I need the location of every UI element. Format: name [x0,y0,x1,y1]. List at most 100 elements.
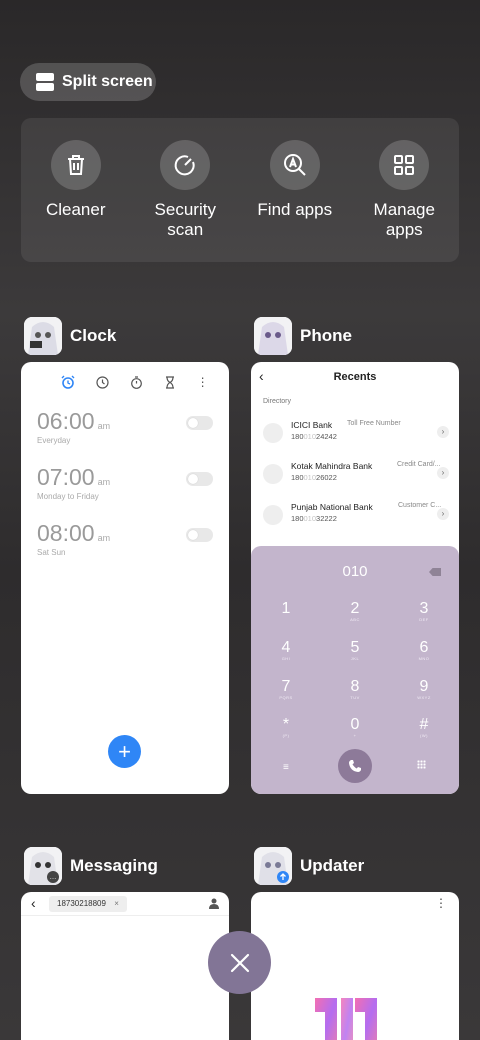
svg-text:…: … [50,874,57,881]
updater-app-header[interactable]: Updater [254,847,364,885]
dial-key[interactable]: 8 TUV [335,678,375,700]
contact-number: 18001032222 [291,514,337,523]
dialed-number: 010 [342,563,368,580]
dial-key[interactable]: # (W) [404,716,444,738]
alarm-time: 08:00 [37,520,95,546]
contact-row[interactable]: Kotak Mahindra Bank Credit Card/... 1800… [263,457,451,487]
chevron-right-icon[interactable]: › [437,426,449,438]
messaging-app-card[interactable]: ‹ 18730218809 × [21,892,229,1040]
alarm-toggle[interactable] [186,528,213,542]
alarm-toggle[interactable] [186,416,213,430]
alarm-tab-icon[interactable] [61,375,75,389]
alarm-ampm: am [97,421,111,431]
dial-key[interactable]: 9 WXYZ [404,678,444,700]
back-arrow-icon[interactable]: ‹ [31,895,36,911]
trash-icon [50,140,101,190]
contact-row[interactable]: Punjab National Bank Customer C... 18001… [263,498,451,528]
quick-tools-panel: Cleaner Security scan Find apps Manage a… [21,118,459,262]
security-scan-label: Security scan [154,200,216,239]
more-options-icon[interactable]: ⋮ [435,896,447,910]
search-apps-icon [269,140,320,190]
contact-name: Kotak Mahindra Bank [291,461,373,471]
find-apps-label: Find apps [257,200,333,219]
contact-tag: Toll Free Number [347,420,401,427]
contact-tag: Credit Card/... [397,461,441,468]
clock-app-header[interactable]: Clock [24,317,116,355]
phone-app-icon [254,317,292,355]
clock-app-icon [24,317,62,355]
contact-avatar [263,464,283,484]
stopwatch-tab-icon[interactable] [130,375,143,389]
cleaner-button[interactable]: Cleaner [22,140,130,262]
dial-key[interactable]: 7 PQRS [266,678,306,700]
alarm-time: 07:00 [37,464,95,490]
split-screen-label: Split screen [62,73,153,90]
contact-row[interactable]: ICICI Bank Toll Free Number 18001024242 … [263,416,451,446]
cleaner-label: Cleaner [45,200,106,219]
updater-app-card[interactable]: ⋮ [251,892,459,1040]
timer-tab-icon[interactable] [164,375,176,389]
messaging-app-icon: … [24,847,62,885]
contact-number: 18001024242 [291,432,337,441]
contact-tag: Customer C... [398,502,442,509]
alarm-toggle[interactable] [186,472,213,486]
divider [21,915,229,916]
add-alarm-button[interactable]: + [108,735,141,768]
grid-icon [379,140,430,190]
dial-key[interactable]: 3 DEF [404,600,444,622]
messaging-app-header[interactable]: … Messaging [24,847,158,885]
miui-11-logo [315,998,377,1040]
contact-avatar [263,505,283,525]
dial-key[interactable]: 1 [266,600,306,617]
alarm-item[interactable]: 06:00 am Everyday [37,408,213,445]
recipient-chip[interactable]: 18730218809 × [49,896,127,912]
contact-number: 18001026022 [291,473,337,482]
alarm-time: 06:00 [37,408,95,434]
dial-key[interactable]: 4 GHI [266,639,306,661]
updater-app-name: Updater [300,856,365,875]
clock-tab-bar: ⋮ [21,362,229,392]
call-button[interactable] [338,749,372,783]
phone-app-name: Phone [300,326,352,345]
split-screen-button[interactable]: Split screen [20,63,156,101]
alarm-days: Sat Sun [37,548,66,557]
find-apps-button[interactable]: Find apps [241,140,349,262]
alarm-days: Monday to Friday [37,492,99,501]
close-icon [230,953,249,972]
dial-key[interactable]: 2 ABC [335,600,375,622]
split-screen-icon [36,73,54,91]
contact-avatar [263,423,283,443]
clock-app-name: Clock [70,326,117,345]
alarm-item[interactable]: 08:00 am Sat Sun [37,520,213,557]
world-clock-tab-icon[interactable] [96,375,109,389]
manage-apps-label: Manage apps [373,200,435,239]
phone-app-header[interactable]: Phone [254,317,352,355]
contact-icon[interactable] [209,898,219,909]
updater-app-icon [254,847,292,885]
contact-name: ICICI Bank [291,420,333,430]
recents-title: Recents [333,371,377,383]
directory-label: Directory [263,398,292,405]
close-all-button[interactable] [208,931,271,994]
security-scan-button[interactable]: Security scan [131,140,239,262]
dialpad: 010 1 2 ABC 3 DEF 4 GHI 5 JKL 6 MNO 7 PQRS 8 TU… [251,546,459,794]
dial-key[interactable]: 6 MNO [404,639,444,661]
alarm-ampm: am [97,533,111,543]
menu-icon[interactable]: ≡ [283,762,289,773]
security-scan-icon [160,140,211,190]
alarm-item[interactable]: 07:00 am Monday to Friday [37,464,213,501]
alarm-days: Everyday [37,436,71,445]
dial-key[interactable]: * (P) [266,716,306,738]
more-options-icon[interactable]: ⋮ [197,376,209,388]
messaging-app-name: Messaging [70,856,158,875]
manage-apps-button[interactable]: Manage apps [350,140,458,262]
remove-recipient-icon[interactable]: × [114,899,119,908]
clock-app-card[interactable]: ⋮ 06:00 am Everyday 07:00 am Monday to Fri… [21,362,229,794]
dial-key[interactable]: 0 + [335,716,375,738]
dial-key[interactable]: 5 JKL [335,639,375,661]
chevron-right-icon[interactable]: › [437,467,449,479]
phone-app-card[interactable]: ‹ Recents Directory ICICI Bank Toll Free… [251,362,459,794]
keypad-grid-icon[interactable] [417,760,426,769]
chevron-right-icon[interactable]: › [437,508,449,520]
alarm-ampm: am [97,477,111,487]
